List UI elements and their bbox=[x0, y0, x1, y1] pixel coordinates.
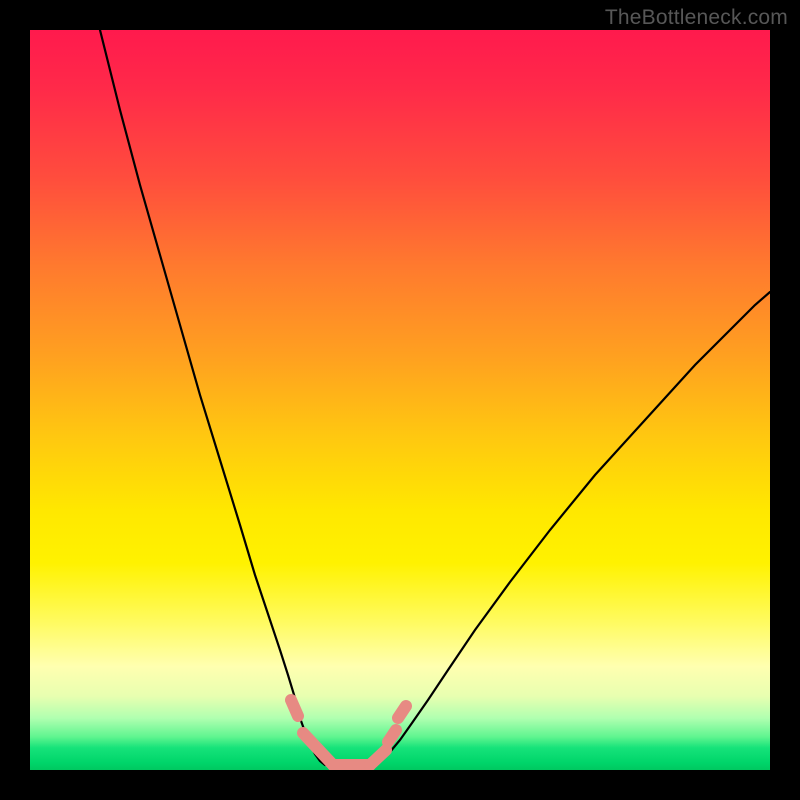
floor-segments bbox=[291, 700, 406, 765]
right-curve bbox=[375, 292, 770, 765]
floor-segment bbox=[291, 700, 298, 716]
floor-segment bbox=[370, 750, 386, 765]
watermark-text: TheBottleneck.com bbox=[605, 6, 788, 30]
chart-curves-svg bbox=[30, 30, 770, 770]
floor-segment bbox=[303, 733, 333, 765]
floor-segment bbox=[388, 730, 396, 742]
left-curve bbox=[100, 30, 325, 765]
floor-segment bbox=[398, 706, 406, 718]
